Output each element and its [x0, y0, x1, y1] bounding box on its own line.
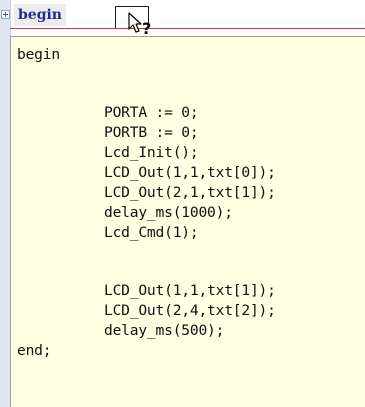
fold-separator-line: [10, 28, 365, 29]
code-hint-panel: begin PORTA := 0; PORTB := 0; Lcd_Init()…: [10, 36, 365, 407]
hint-line: PORTA := 0;: [104, 104, 199, 121]
folded-keyword[interactable]: begin: [14, 4, 66, 26]
hint-line: LCD_Out(2,1,txt[1]);: [104, 184, 276, 201]
hint-line: LCD_Out(2,4,txt[2]);: [104, 302, 276, 319]
hint-line: delay_ms(500);: [104, 322, 225, 339]
hint-line: PORTB := 0;: [104, 124, 199, 141]
plus-expand-icon[interactable]: [1, 10, 10, 19]
hint-line: LCD_Out(1,1,txt[1]);: [104, 282, 276, 299]
code-editor: begin ? begin PORTA := 0; PORTB := 0; Lc…: [0, 0, 365, 407]
hint-line: Lcd_Init();: [104, 144, 199, 161]
hint-line: Lcd_Cmd(1);: [104, 224, 199, 241]
hint-line-begin: begin: [17, 46, 60, 63]
hint-line: delay_ms(1000);: [104, 204, 233, 221]
hint-line-end: end;: [17, 342, 52, 359]
folded-block-row: begin ?: [0, 0, 365, 38]
hint-line: LCD_Out(1,1,txt[0]);: [104, 164, 276, 181]
help-cursor-icon: ?: [128, 12, 151, 38]
